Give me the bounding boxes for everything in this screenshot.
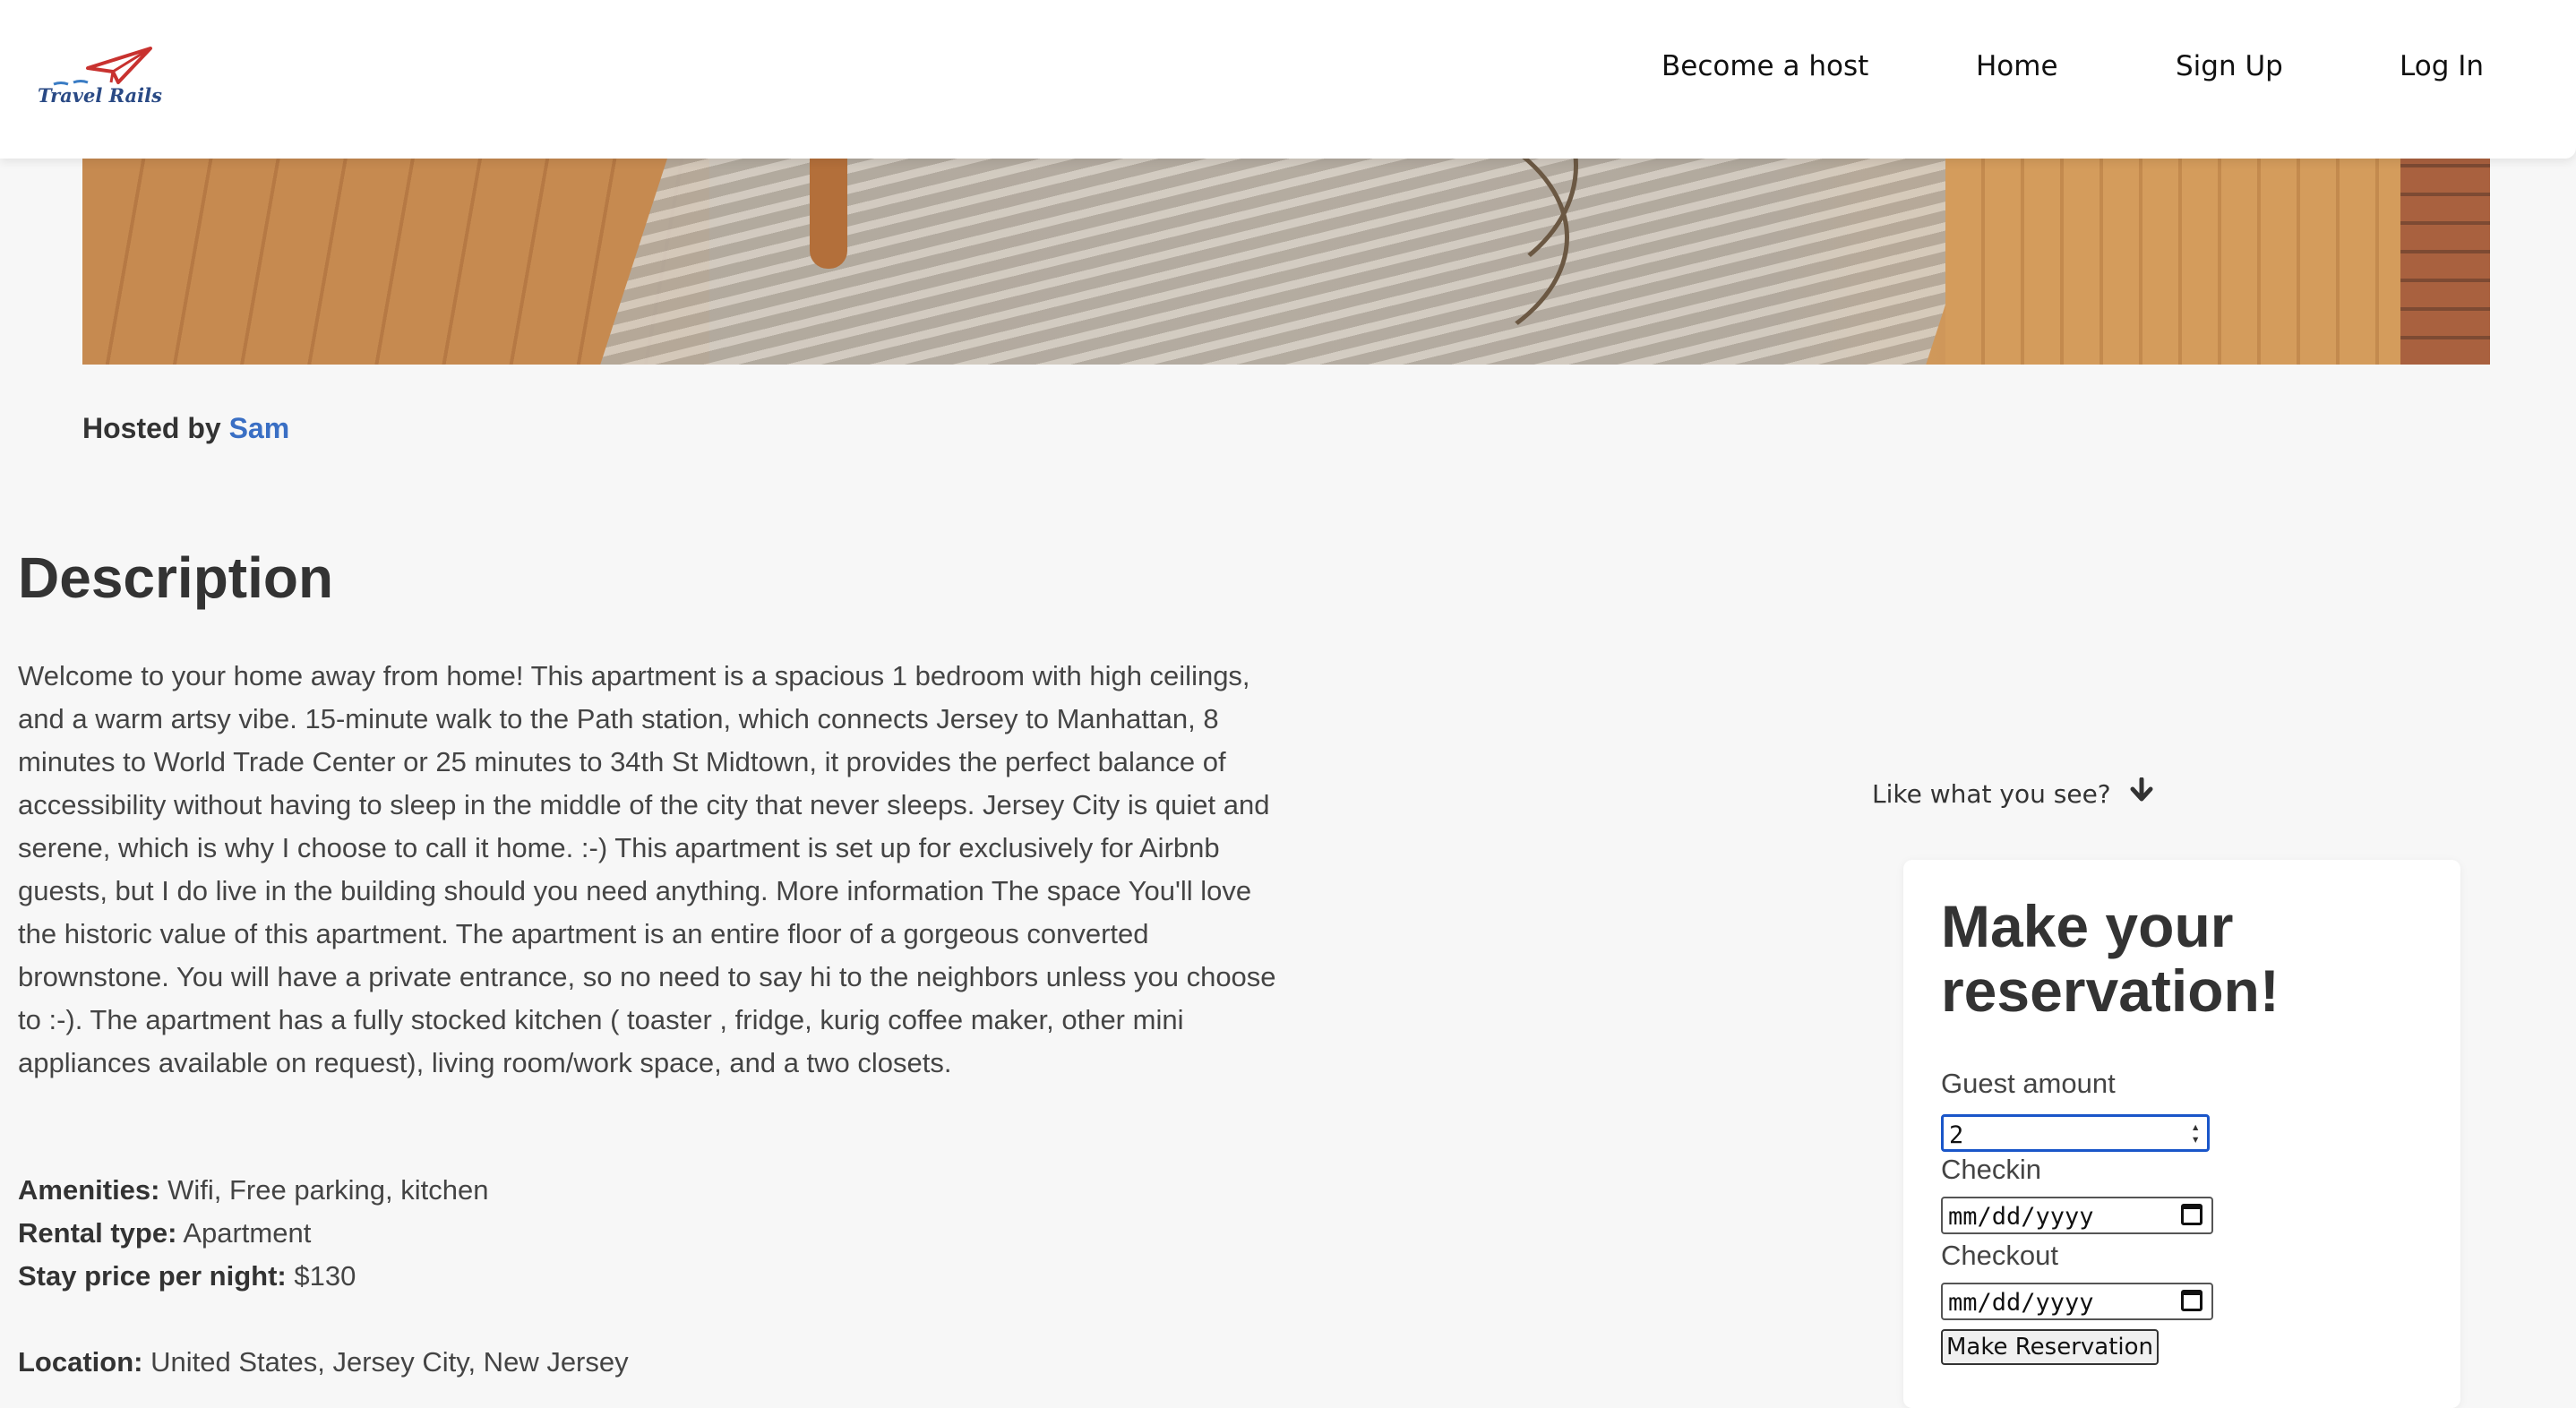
- checkin-date-input[interactable]: mm/dd/yyyy: [1941, 1197, 2213, 1234]
- make-reservation-button[interactable]: Make Reservation: [1941, 1329, 2160, 1365]
- amenities-line: Amenities: Wifi, Free parking, kitchen: [18, 1174, 488, 1206]
- rental-type-value: Apartment: [183, 1217, 312, 1249]
- description-text: Welcome to your home away from home! Thi…: [18, 660, 1276, 1078]
- number-spinner-icon[interactable]: ▴ ▾: [2191, 1120, 2200, 1146]
- logo-text: Travel Rails: [38, 84, 162, 107]
- guest-amount-value: 2: [1949, 1121, 1964, 1149]
- reservation-title: Make your reservation!: [1941, 893, 2280, 1024]
- reservation-teaser: Like what you see?: [1872, 777, 2153, 809]
- nav-become-a-host[interactable]: Become a host: [1662, 50, 1868, 82]
- teaser-text: Like what you see?: [1872, 779, 2111, 809]
- location-line: Location: United States, Jersey City, Ne…: [18, 1346, 629, 1378]
- description-heading: Description: [18, 545, 334, 610]
- checkin-label: Checkin: [1941, 1154, 2041, 1185]
- guest-amount-label: Guest amount: [1941, 1068, 2116, 1099]
- hosted-by-label: Hosted by: [82, 412, 221, 444]
- calendar-icon[interactable]: [2181, 1290, 2202, 1311]
- host-name-link[interactable]: Sam: [229, 412, 290, 444]
- amenities-label: Amenities:: [18, 1174, 160, 1206]
- travel-rails-logo[interactable]: Travel Rails: [36, 41, 188, 113]
- price-label: Stay price per night:: [18, 1260, 287, 1292]
- top-navbar: Travel Rails Become a host Home Sign Up …: [0, 0, 2576, 159]
- hosted-by: Hosted by Sam: [82, 412, 289, 445]
- arrow-down-icon: [2130, 777, 2153, 809]
- nav-home[interactable]: Home: [1976, 50, 2058, 82]
- reservation-card: Make your reservation! Guest amount 2 ▴ ▾…: [1903, 860, 2460, 1408]
- rental-type-line: Rental type: Apartment: [18, 1217, 311, 1249]
- price-line: Stay price per night: $130: [18, 1260, 356, 1292]
- calendar-icon[interactable]: [2181, 1204, 2202, 1225]
- checkout-label: Checkout: [1941, 1240, 2058, 1271]
- checkout-date-input[interactable]: mm/dd/yyyy: [1941, 1283, 2213, 1320]
- amenities-value: Wifi, Free parking, kitchen: [167, 1174, 489, 1206]
- nav-sign-up[interactable]: Sign Up: [2176, 50, 2283, 82]
- listing-photo: [82, 134, 2490, 365]
- checkin-placeholder: mm/dd/yyyy: [1948, 1203, 2094, 1231]
- price-value: $130: [294, 1260, 356, 1292]
- location-value: United States, Jersey City, New Jersey: [150, 1346, 629, 1378]
- rental-type-label: Rental type:: [18, 1217, 177, 1249]
- location-label: Location:: [18, 1346, 143, 1378]
- nav-log-in[interactable]: Log In: [2400, 50, 2484, 82]
- checkout-placeholder: mm/dd/yyyy: [1948, 1289, 2094, 1317]
- guest-amount-input[interactable]: 2 ▴ ▾: [1941, 1114, 2210, 1152]
